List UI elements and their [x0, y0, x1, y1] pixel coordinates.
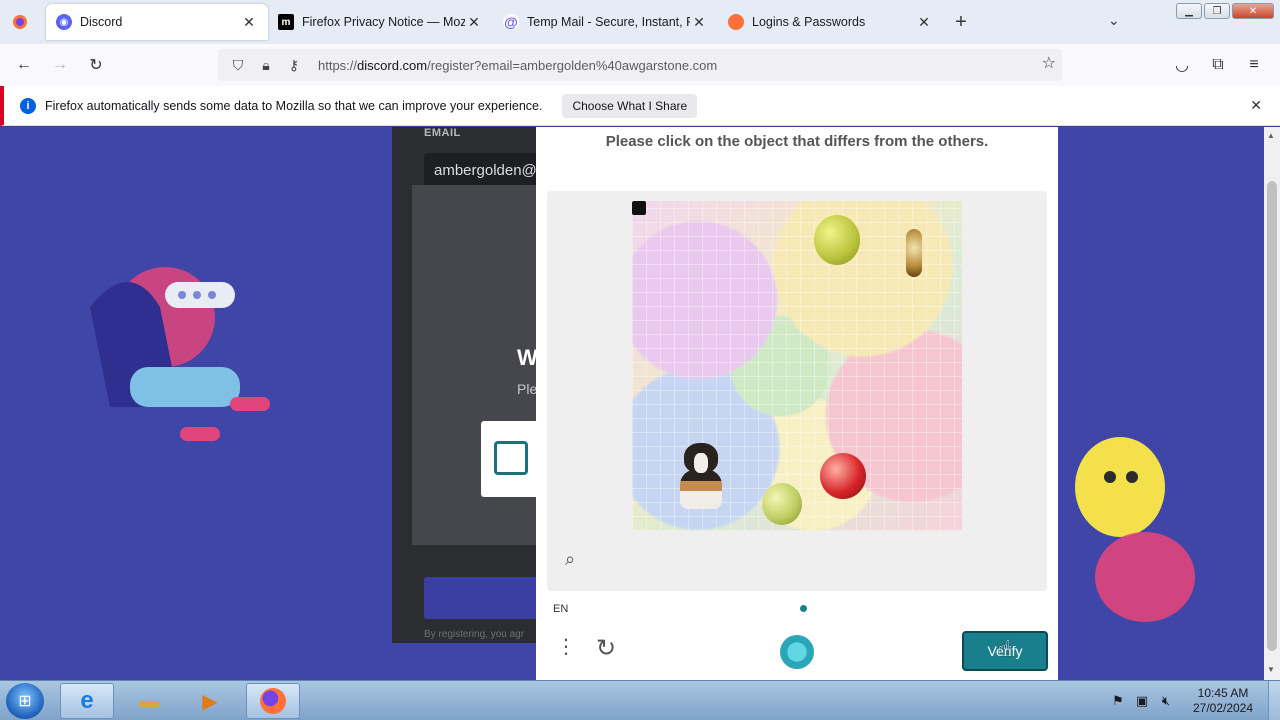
- url-domain: discord.com: [357, 57, 428, 73]
- key-icon[interactable]: ⚷: [282, 53, 306, 77]
- restore-button[interactable]: ❐: [1204, 3, 1230, 19]
- show-desktop-button[interactable]: [1268, 681, 1280, 720]
- tab-logins-passwords[interactable]: Logins & Passwords ✕: [718, 4, 943, 40]
- close-tab-icon[interactable]: ✕: [915, 14, 933, 31]
- clock-date: 27/02/2024: [1192, 701, 1254, 715]
- choose-what-i-share-button[interactable]: Choose What I Share: [562, 93, 698, 118]
- info-icon: i: [20, 97, 36, 114]
- tab-strip: ◉ Discord ✕ m Firefox Privacy Notice — M…: [0, 0, 1280, 44]
- email-label: EMAIL: [424, 127, 461, 139]
- challenge-image[interactable]: [632, 201, 962, 531]
- challenge-panel: ⌕: [547, 191, 1047, 591]
- reload-icon[interactable]: ↻: [78, 49, 114, 81]
- green-apple-object[interactable]: [762, 483, 802, 525]
- url-path: /register?email=ambergolden%40awgarstone…: [427, 57, 718, 73]
- language-selector[interactable]: EN: [553, 603, 568, 615]
- close-tab-icon[interactable]: ✕: [240, 14, 258, 31]
- data-collection-notification: i Firefox automatically sends some data …: [0, 86, 1280, 126]
- page-indicator-dot: [800, 605, 807, 612]
- url-scheme: https://: [318, 57, 358, 73]
- url-bar[interactable]: ⛉ 🔒︎ ⚷ https://discord.com/register?emai…: [218, 49, 1062, 81]
- tab-title: Logins & Passwords: [752, 15, 866, 29]
- scroll-down-arrow-icon[interactable]: ▼: [1267, 665, 1275, 674]
- hand-cursor-icon: ☝: [998, 636, 1012, 661]
- navigation-toolbar: ← → ↻ ⛉ 🔒︎ ⚷ https://discord.com/registe…: [0, 44, 1280, 86]
- captcha-heading: W: [517, 345, 538, 370]
- checkbox-icon[interactable]: [494, 441, 528, 475]
- pear-object[interactable]: [906, 229, 922, 277]
- forward-icon[interactable]: →: [42, 49, 78, 81]
- background-illustration-left: [90, 267, 270, 441]
- scroll-up-arrow-icon[interactable]: ▲: [1267, 131, 1275, 140]
- firefox-menu-icon[interactable]: [0, 0, 40, 44]
- firefox-taskbar-icon[interactable]: [246, 683, 300, 719]
- file-explorer-icon[interactable]: ▬: [122, 683, 176, 719]
- notification-message: Firefox automatically sends some data to…: [45, 98, 543, 113]
- close-tab-icon[interactable]: ✕: [465, 14, 483, 31]
- background-illustration-right: [1075, 437, 1195, 622]
- tab-title: Firefox Privacy Notice — Mozilla: [302, 15, 465, 29]
- action-center-flag-icon[interactable]: ⚑: [1106, 693, 1130, 709]
- bookmark-star-icon[interactable]: ☆: [1042, 53, 1056, 73]
- discord-icon: ◉: [56, 14, 72, 30]
- pocket-icon[interactable]: ◡: [1164, 49, 1200, 81]
- firefox-icon: [728, 14, 744, 30]
- tab-title: Temp Mail - Secure, Instant, Fast: [527, 15, 690, 29]
- clock-time: 10:45 AM: [1197, 686, 1249, 700]
- tab-firefox-privacy[interactable]: m Firefox Privacy Notice — Mozilla ✕: [268, 4, 493, 40]
- hcaptcha-challenge: Please click on the object that differs …: [536, 127, 1058, 680]
- new-tab-button[interactable]: +: [943, 0, 979, 44]
- clock[interactable]: 10:45 AM 27/02/2024: [1178, 686, 1268, 716]
- close-tab-icon[interactable]: ✕: [690, 14, 708, 31]
- close-notification-icon[interactable]: ✕: [1250, 97, 1262, 114]
- volume-muted-icon[interactable]: 🔇︎: [1154, 693, 1178, 709]
- page-scrollbar[interactable]: ▲ ▼: [1264, 127, 1280, 680]
- back-icon[interactable]: ←: [6, 49, 42, 81]
- dog-face: [694, 453, 708, 473]
- green-apple-object[interactable]: [814, 215, 860, 265]
- dog-body: [680, 469, 722, 509]
- system-tray: ⚑ ▣ 🔇︎ 10:45 AM 27/02/2024: [1106, 681, 1280, 720]
- internet-explorer-icon[interactable]: e: [60, 683, 114, 719]
- lock-icon[interactable]: 🔒︎: [254, 53, 278, 77]
- more-options-icon[interactable]: ⋮: [556, 637, 576, 657]
- shield-icon[interactable]: ⛉: [226, 53, 250, 77]
- minimize-button[interactable]: ▁: [1176, 3, 1202, 19]
- mozilla-icon: m: [278, 14, 294, 30]
- image-corner-marker: [632, 201, 646, 215]
- tab-title: Discord: [80, 15, 123, 29]
- hcaptcha-logo-icon[interactable]: [780, 635, 814, 669]
- dog-object[interactable]: [676, 443, 726, 509]
- close-window-button[interactable]: ✕: [1232, 3, 1274, 19]
- start-button[interactable]: ⊞: [6, 683, 44, 719]
- challenge-prompt: Please click on the object that differs …: [605, 133, 989, 150]
- captcha-subheading: Ple: [517, 381, 538, 397]
- zoom-magnifier-icon[interactable]: ⌕: [565, 549, 575, 570]
- hamburger-menu-icon[interactable]: ≡: [1236, 49, 1272, 81]
- extensions-icon[interactable]: ⧉: [1200, 49, 1236, 81]
- tempmail-icon: @: [503, 14, 519, 30]
- toolbar-right: ◡ ⧉ ≡: [1164, 49, 1272, 81]
- refresh-challenge-icon[interactable]: ↻: [596, 637, 616, 661]
- tab-temp-mail[interactable]: @ Temp Mail - Secure, Instant, Fast ✕: [493, 4, 718, 40]
- url-text[interactable]: https://discord.com/register?email=amber…: [318, 58, 717, 73]
- red-apple-object[interactable]: [820, 453, 866, 499]
- list-all-tabs-icon[interactable]: ⌄: [1108, 12, 1120, 29]
- windows-taskbar: ⊞ e ▬ ▶ ⚑ ▣ 🔇︎ 10:45 AM 27/02/2024: [0, 680, 1280, 720]
- tab-discord[interactable]: ◉ Discord ✕: [46, 4, 268, 40]
- window-controls: ▁ ❐ ✕: [1176, 3, 1274, 19]
- network-icon[interactable]: ▣: [1130, 693, 1154, 709]
- media-player-icon[interactable]: ▶: [183, 683, 237, 719]
- terms-text: By registering, you agr: [424, 629, 525, 640]
- scrollbar-thumb[interactable]: [1267, 181, 1277, 651]
